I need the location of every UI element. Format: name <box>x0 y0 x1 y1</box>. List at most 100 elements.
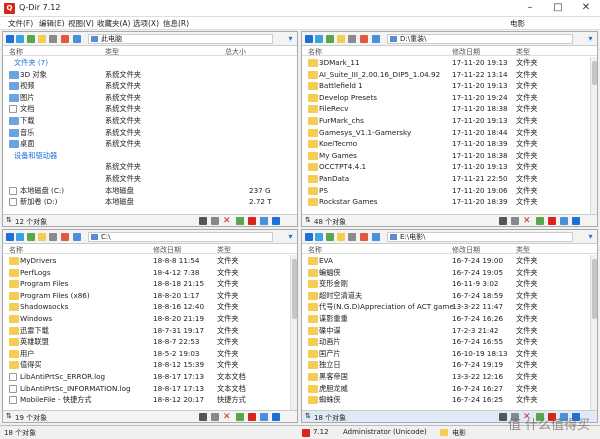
up-icon[interactable] <box>326 233 334 241</box>
delete-icon[interactable]: ✕ <box>523 217 531 226</box>
address-bar[interactable]: C:\ <box>88 232 273 242</box>
menu-movie[interactable]: 电影 <box>510 18 525 29</box>
refresh-icon[interactable] <box>372 233 380 241</box>
list-item[interactable]: FurMark_chs 17-11-20 19:13 文件夹 <box>302 115 597 127</box>
list-item[interactable]: Shadowsocks 18-8-16 12:40 文件夹 <box>3 301 297 313</box>
list-item[interactable]: 图片 系统文件夹 <box>3 92 297 104</box>
list-item[interactable]: Gamesys_V1.1-Gamersky 17-11-20 18:44 文件夹 <box>302 127 597 139</box>
list-item[interactable]: 用户 18-5-2 19:03 文件夹 <box>3 348 297 360</box>
view-icon[interactable] <box>348 233 356 241</box>
list-item[interactable]: 视频 系统文件夹 <box>3 80 297 92</box>
move-icon[interactable] <box>272 217 280 225</box>
list-item[interactable]: LibAntiPrtSc_INFORMATION.log 18-8-17 17:1… <box>3 383 297 395</box>
copy-icon[interactable] <box>199 217 207 225</box>
list-item[interactable]: Program Files 18-8-18 21:15 文件夹 <box>3 278 297 290</box>
list-item[interactable]: 黑客帝国 13-3-22 12:16 文件夹 <box>302 371 597 383</box>
list-item[interactable]: 超时空清道夫 16-7-24 18:59 文件夹 <box>302 290 597 302</box>
back-icon[interactable] <box>305 233 313 241</box>
list-item[interactable]: 新加卷 (D:) 本地磁盘 2.72 T <box>3 196 297 208</box>
folder-icon[interactable] <box>337 35 345 43</box>
address-bar[interactable]: E:\电影\ <box>387 232 573 242</box>
col-name[interactable]: 名称 <box>308 47 322 57</box>
col-type[interactable]: 类型 <box>516 47 530 57</box>
list-item[interactable]: 蝙蝠侠 16-7-24 19:05 文件夹 <box>302 267 597 279</box>
refresh-icon[interactable] <box>372 35 380 43</box>
group-header[interactable]: 设备和驱动器 <box>3 150 297 162</box>
list-item[interactable]: PerfLogs 18-4-12 7:38 文件夹 <box>3 267 297 279</box>
address-bar[interactable]: 此电脑 <box>88 34 273 44</box>
favorite-icon[interactable] <box>61 35 69 43</box>
list-item[interactable]: 谍影重重 16-7-24 16:26 文件夹 <box>302 313 597 325</box>
list-item[interactable]: 碟中谍 17-2-3 21:42 文件夹 <box>302 325 597 337</box>
col-name[interactable]: 名称 <box>9 245 23 255</box>
col-type[interactable]: 类型 <box>516 245 530 255</box>
minimize-button[interactable]: – <box>516 0 544 17</box>
forward-icon[interactable] <box>315 233 323 241</box>
scrollbar[interactable] <box>590 255 597 410</box>
menu-info[interactable]: 信息(R) <box>163 18 189 29</box>
list-item[interactable]: Windows 18-8-20 21:19 文件夹 <box>3 313 297 325</box>
list-item[interactable]: 变形金刚 16-11-9 3:02 文件夹 <box>302 278 597 290</box>
copy-icon[interactable] <box>499 413 507 421</box>
cut-icon[interactable] <box>548 217 556 225</box>
favorite-icon[interactable] <box>61 233 69 241</box>
paste-icon[interactable] <box>511 217 519 225</box>
list-item[interactable]: FileRecv 17-11-20 18:38 文件夹 <box>302 103 597 115</box>
list-item[interactable]: 音乐 系统文件夹 <box>3 127 297 139</box>
list-item[interactable]: 动画片 16-7-24 16:55 文件夹 <box>302 336 597 348</box>
list-item[interactable]: Rockstar Games 17-11-20 18:39 文件夹 <box>302 196 597 208</box>
forward-icon[interactable] <box>16 35 24 43</box>
view-icon[interactable] <box>49 233 57 241</box>
sort-icon[interactable]: ⇅ <box>6 412 12 420</box>
up-icon[interactable] <box>27 233 35 241</box>
list-item[interactable]: AI_Suite_III_2.00.16_DIP5_1.04.92 17-11-2… <box>302 69 597 81</box>
col-name[interactable]: 名称 <box>9 47 23 57</box>
settings-icon[interactable] <box>260 413 268 421</box>
menu-favorites[interactable]: 收藏夹(A) <box>97 18 130 29</box>
scrollbar-thumb[interactable] <box>592 259 597 319</box>
list-item[interactable]: LibAntiPrtSc_ERROR.log 18-8-17 17:13 文本文档 <box>3 371 297 383</box>
group-header[interactable]: 文件夹 (7) <box>3 57 297 69</box>
list-item[interactable]: 系统文件夹 <box>3 173 297 185</box>
properties-icon[interactable] <box>236 217 244 225</box>
refresh-icon[interactable] <box>73 233 81 241</box>
col-size[interactable]: 总大小 <box>225 47 246 57</box>
chevron-down-icon[interactable]: ▾ <box>586 232 595 242</box>
copy-icon[interactable] <box>499 217 507 225</box>
sort-icon[interactable]: ⇅ <box>305 216 311 224</box>
list-item[interactable]: KoeiTecmo 17-11-20 18:39 文件夹 <box>302 138 597 150</box>
chevron-down-icon[interactable]: ▾ <box>286 232 295 242</box>
col-type[interactable]: 类型 <box>105 47 119 57</box>
properties-icon[interactable] <box>236 413 244 421</box>
list-item[interactable]: OCCTPT4.4.1 17-11-20 19:13 文件夹 <box>302 161 597 173</box>
favorite-icon[interactable] <box>360 35 368 43</box>
list-item[interactable]: 桌面 系统文件夹 <box>3 138 297 150</box>
settings-icon[interactable] <box>260 217 268 225</box>
list-item[interactable]: 英雄联盟 18-8-7 22:53 文件夹 <box>3 336 297 348</box>
list-item[interactable]: PS 17-11-20 19:06 文件夹 <box>302 185 597 197</box>
view-icon[interactable] <box>348 35 356 43</box>
menu-options[interactable]: 选项(X) <box>133 18 159 29</box>
col-modified[interactable]: 修改日期 <box>452 47 480 57</box>
list-item[interactable]: 蜘蛛侠 16-7-24 16:25 文件夹 <box>302 394 597 406</box>
forward-icon[interactable] <box>315 35 323 43</box>
scrollbar[interactable] <box>290 255 297 410</box>
sort-icon[interactable]: ⇅ <box>305 412 311 420</box>
list-item[interactable]: MyDrivers 18-8-8 11:54 文件夹 <box>3 255 297 267</box>
list-item[interactable]: 独立日 16-7-24 19:19 文件夹 <box>302 359 597 371</box>
list-item[interactable]: 值得买 18-8-12 15:39 文件夹 <box>3 359 297 371</box>
list-item[interactable]: 下载 系统文件夹 <box>3 115 297 127</box>
close-button[interactable]: ✕ <box>572 0 600 17</box>
list-item[interactable]: 国产片 16-10-19 18:13 文件夹 <box>302 348 597 360</box>
view-icon[interactable] <box>49 35 57 43</box>
list-item[interactable]: Develop Presets 17-11-20 19:24 文件夹 <box>302 92 597 104</box>
menu-view[interactable]: 视图(V) <box>68 18 94 29</box>
menu-file[interactable]: 文件(F) <box>8 18 33 29</box>
scrollbar-thumb[interactable] <box>292 259 297 319</box>
folder-icon[interactable] <box>38 35 46 43</box>
back-icon[interactable] <box>6 233 14 241</box>
list-item[interactable]: 文档 系统文件夹 <box>3 103 297 115</box>
refresh-icon[interactable] <box>73 35 81 43</box>
maximize-button[interactable]: □ <box>544 0 572 17</box>
list-item[interactable]: 迅雷下载 18-7-31 19:17 文件夹 <box>3 325 297 337</box>
